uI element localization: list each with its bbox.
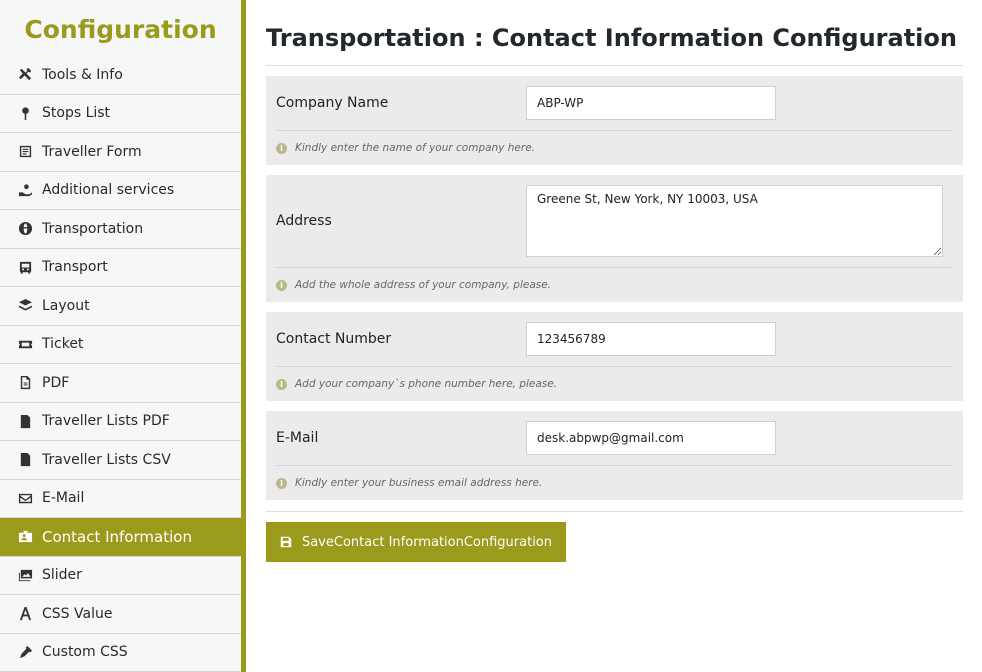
sidebar-item-label: Transportation	[42, 220, 144, 237]
sidebar-item-ticket[interactable]: Ticket	[0, 325, 241, 364]
contact-number-label: Contact Number	[276, 331, 392, 347]
sidebar-item-label: Layout	[42, 297, 90, 314]
help-text: Kindly enter your business email address…	[295, 477, 543, 489]
address-help: i Add the whole address of your company,…	[276, 267, 953, 302]
email-input[interactable]	[526, 421, 776, 455]
sidebar-item-email[interactable]: E-Mail	[0, 479, 241, 518]
sidebar-item-traveller-lists-pdf[interactable]: Traveller Lists PDF	[0, 402, 241, 441]
company-name-help: i Kindly enter the name of your company …	[276, 130, 953, 165]
sidebar-nav: Tools & Info Stops List Traveller Form A…	[0, 56, 241, 672]
save-button-label: SaveContact InformationConfiguration	[301, 534, 553, 550]
form-icon	[16, 143, 34, 161]
contact-number-input[interactable]	[526, 322, 776, 356]
company-name-section: Company Name i Kindly enter the name of …	[266, 76, 963, 165]
csv-file-icon	[16, 451, 34, 469]
sidebar-item-pdf[interactable]: PDF	[0, 364, 241, 403]
bus-icon	[16, 258, 34, 276]
sidebar-item-label: Traveller Lists PDF	[42, 413, 170, 430]
address-section: Address Greene St, New York, NY 10003, U…	[266, 175, 963, 302]
file-text-icon	[16, 412, 34, 430]
info-icon: i	[276, 142, 287, 154]
hand-service-icon	[16, 181, 34, 199]
sidebar-item-additional-services[interactable]: Additional services	[0, 171, 241, 210]
company-name-label: Company Name	[276, 95, 389, 111]
sidebar-item-traveller-lists-csv[interactable]: Traveller Lists CSV	[0, 441, 241, 480]
email-label: E-Mail	[276, 430, 319, 446]
contact-number-help: i Add your company`s phone number here, …	[276, 366, 953, 401]
email-section: E-Mail i Kindly enter your business emai…	[266, 411, 963, 500]
globe-icon	[16, 220, 34, 238]
info-icon: i	[276, 378, 287, 390]
sidebar-item-slider[interactable]: Slider	[0, 556, 241, 595]
info-icon: i	[276, 279, 287, 291]
sidebar-item-label: Additional services	[42, 182, 175, 199]
divider	[266, 511, 963, 512]
sidebar-item-contact-information[interactable]: Contact Information	[0, 518, 241, 557]
save-button[interactable]: SaveContact InformationConfiguration	[266, 522, 566, 562]
sidebar-item-label: Contact Information	[42, 527, 192, 546]
sidebar-item-label: Traveller Form	[42, 143, 142, 160]
contact-number-section: Contact Number i Add your company`s phon…	[266, 312, 963, 401]
sidebar-item-label: Custom CSS	[42, 644, 128, 661]
layers-icon	[16, 297, 34, 315]
sidebar-item-label: CSS Value	[42, 605, 113, 622]
company-name-input[interactable]	[526, 86, 776, 120]
pen-nib-icon	[16, 643, 34, 661]
sidebar-item-label: E-Mail	[42, 490, 85, 507]
map-pin-icon	[16, 104, 34, 122]
sidebar-item-custom-css[interactable]: Custom CSS	[0, 633, 241, 672]
sidebar-item-stops-list[interactable]: Stops List	[0, 94, 241, 133]
css-value-icon	[16, 605, 34, 623]
sidebar: Configuration Tools & Info Stops List Tr…	[0, 0, 246, 672]
main-content: Transportation : Contact Information Con…	[266, 0, 963, 562]
images-icon	[16, 566, 34, 584]
sidebar-item-transport[interactable]: Transport	[0, 248, 241, 287]
sidebar-item-label: Slider	[42, 567, 82, 584]
sidebar-item-label: Traveller Lists CSV	[42, 451, 171, 468]
sidebar-item-label: Transport	[42, 259, 108, 276]
sidebar-item-label: PDF	[42, 374, 70, 391]
help-text: Kindly enter the name of your company he…	[295, 142, 535, 154]
page-title: Transportation : Contact Information Con…	[266, 0, 963, 66]
save-icon	[280, 536, 292, 548]
tools-icon	[16, 66, 34, 84]
sidebar-item-transportation[interactable]: Transportation	[0, 210, 241, 249]
ticket-icon	[16, 335, 34, 353]
email-help: i Kindly enter your business email addre…	[276, 465, 953, 500]
id-badge-icon	[16, 528, 34, 546]
info-icon: i	[276, 477, 287, 489]
sidebar-item-layout[interactable]: Layout	[0, 287, 241, 326]
sidebar-item-label: Stops List	[42, 105, 111, 122]
help-text: Add the whole address of your company, p…	[295, 279, 552, 291]
address-textarea[interactable]: Greene St, New York, NY 10003, USA	[526, 185, 943, 257]
sidebar-item-label: Ticket	[42, 336, 84, 353]
sidebar-item-tools-info[interactable]: Tools & Info	[0, 56, 241, 95]
sidebar-item-traveller-form[interactable]: Traveller Form	[0, 133, 241, 172]
pdf-file-icon	[16, 374, 34, 392]
envelope-icon	[16, 489, 34, 507]
sidebar-title: Configuration	[24, 14, 217, 44]
sidebar-item-css-value[interactable]: CSS Value	[0, 595, 241, 634]
sidebar-item-label: Tools & Info	[42, 66, 123, 83]
address-label: Address	[276, 213, 332, 229]
help-text: Add your company`s phone number here, pl…	[295, 378, 558, 390]
